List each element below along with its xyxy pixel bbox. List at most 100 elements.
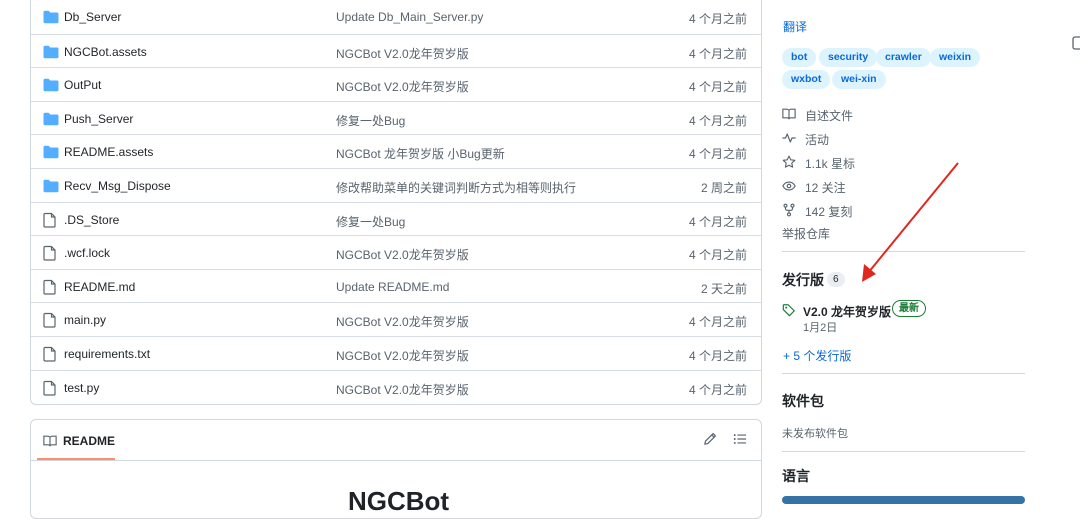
commit-time: 4 个月之前 xyxy=(688,46,747,61)
watchers-count: 12 关注 xyxy=(805,181,846,195)
more-releases-link[interactable]: + 5 个发行版 xyxy=(783,347,851,364)
file-icon xyxy=(43,346,59,362)
folder-icon xyxy=(43,45,59,59)
stars-count: 1.1k 星标 xyxy=(805,157,856,171)
commit-message-link[interactable]: Update README.md xyxy=(336,280,449,294)
table-row[interactable]: test.py NGCBot V2.0龙年贺岁版 4 个月之前 xyxy=(31,369,761,404)
commit-time: 4 个月之前 xyxy=(688,214,747,229)
file-icon xyxy=(43,246,59,261)
file-icon xyxy=(43,313,59,328)
file-icon xyxy=(43,279,59,295)
table-row[interactable]: README.assets NGCBot 龙年贺岁版 小Bug更新 4 个月之前 xyxy=(31,134,761,168)
tag-icon xyxy=(782,304,795,317)
commit-message-link[interactable]: 修复一处Bug xyxy=(336,213,405,230)
file-name-link[interactable]: requirements.txt xyxy=(64,347,150,361)
languages-heading: 语言 xyxy=(782,468,810,484)
commit-time: 4 个月之前 xyxy=(688,80,747,95)
topic-tag[interactable]: weixin xyxy=(930,48,981,67)
file-name-link[interactable]: Db_Server xyxy=(64,10,121,24)
file-icon xyxy=(43,212,59,228)
file-name-link[interactable]: Recv_Msg_Dispose xyxy=(64,179,171,193)
topic-tag[interactable]: wxbot xyxy=(782,70,831,89)
file-name-link[interactable]: Push_Server xyxy=(64,112,133,126)
table-row[interactable]: main.py NGCBot V2.0龙年贺岁版 4 个月之前 xyxy=(31,302,761,336)
book-icon xyxy=(782,108,796,120)
language-bar xyxy=(782,496,1025,504)
commit-time: 4 个月之前 xyxy=(688,382,747,397)
readme-heading: NGCBot xyxy=(348,486,450,516)
sidebar-toggle-icon[interactable] xyxy=(1072,36,1080,50)
table-row[interactable]: Recv_Msg_Dispose 修改帮助菜单的关键词判断方式为相等则执行 2 周之… xyxy=(31,167,761,202)
table-row[interactable]: requirements.txt NGCBot V2.0龙年贺岁版 4 个月之前 xyxy=(31,335,761,370)
commit-message-link[interactable]: NGCBot V2.0龙年贺岁版 xyxy=(336,381,469,398)
table-row[interactable]: README.md Update README.md 2 天之前 xyxy=(31,268,761,303)
report-repository-link[interactable]: 举报仓库 xyxy=(782,225,830,242)
file-name-link[interactable]: README.md xyxy=(64,280,135,294)
file-list-table: Db_Server Update Db_Main_Server.py 4 个月之前 N… xyxy=(30,0,762,405)
commit-message-link[interactable]: NGCBot V2.0龙年贺岁版 xyxy=(336,45,469,62)
readme-panel: README NGCBot xyxy=(30,419,762,519)
commit-time: 4 个月之前 xyxy=(688,147,747,162)
release-date: 1月2日 xyxy=(803,322,838,334)
topic-tag[interactable]: wei-xin xyxy=(832,70,886,89)
readme-header-divider xyxy=(31,460,761,461)
list-icon[interactable] xyxy=(733,432,747,446)
commit-message-link[interactable]: 修改帮助菜单的关键词判断方式为相等则执行 xyxy=(336,179,576,196)
file-name-link[interactable]: README.assets xyxy=(64,145,153,159)
folder-icon xyxy=(43,179,59,193)
commit-message-link[interactable]: Update Db_Main_Server.py xyxy=(336,10,483,24)
file-icon xyxy=(43,380,59,396)
commit-message-link[interactable]: NGCBot V2.0龙年贺岁版 xyxy=(336,78,469,95)
no-packages-text: 未发布软件包 xyxy=(782,428,848,440)
table-row[interactable]: .wcf.lock NGCBot V2.0龙年贺岁版 4 个月之前 xyxy=(31,235,761,269)
releases-heading[interactable]: 发行版 xyxy=(782,270,824,290)
table-row[interactable]: NGCBot.assets NGCBot V2.0龙年贺岁版 4 个月之前 xyxy=(31,33,761,68)
commit-time: 4 个月之前 xyxy=(688,315,747,330)
folder-icon xyxy=(43,78,59,92)
commit-message-link[interactable]: NGCBot V2.0龙年贺岁版 xyxy=(336,246,469,263)
topic-tag[interactable]: security xyxy=(819,48,878,67)
commit-time: 4 个月之前 xyxy=(688,12,747,26)
commit-time: 4 个月之前 xyxy=(688,248,747,263)
commit-message-link[interactable]: NGCBot 龙年贺岁版 小Bug更新 xyxy=(336,145,505,162)
readme-tab[interactable]: README xyxy=(37,420,115,460)
table-row[interactable]: OutPut NGCBot V2.0龙年贺岁版 4 个月之前 xyxy=(31,67,761,101)
table-row[interactable]: Db_Server Update Db_Main_Server.py 4 个月之前 xyxy=(31,0,761,34)
topic-tag[interactable]: bot xyxy=(782,48,817,67)
folder-icon xyxy=(43,145,59,159)
commit-message-link[interactable]: 修复一处Bug xyxy=(336,112,405,129)
readme-link-label: 自述文件 xyxy=(805,109,854,123)
commit-time: 4 个月之前 xyxy=(688,348,747,363)
commit-message-link[interactable]: NGCBot V2.0龙年贺岁版 xyxy=(336,347,469,364)
releases-count-badge: 6 xyxy=(827,272,845,287)
table-row[interactable]: Push_Server 修复一处Bug 4 个月之前 xyxy=(31,100,761,135)
commit-message-link[interactable]: NGCBot V2.0龙年贺岁版 xyxy=(336,313,469,330)
commit-time: 2 周之前 xyxy=(700,180,747,195)
commit-time: 2 天之前 xyxy=(700,281,747,296)
sidebar-divider xyxy=(782,251,1025,252)
pulse-icon xyxy=(782,133,796,143)
packages-heading[interactable]: 软件包 xyxy=(782,391,824,411)
forks-count: 142 复刻 xyxy=(805,205,853,219)
file-name-link[interactable]: OutPut xyxy=(64,78,101,92)
sidebar-divider xyxy=(782,373,1025,374)
pencil-icon[interactable] xyxy=(703,432,717,446)
file-name-link[interactable]: NGCBot.assets xyxy=(64,45,147,59)
fork-icon xyxy=(783,203,795,217)
translate-link[interactable]: 翻译 xyxy=(783,18,807,35)
repo-sidebar: 翻译 bot security crawler weixin wxbot wei… xyxy=(782,0,1042,504)
commit-time: 4 个月之前 xyxy=(688,113,747,128)
star-icon xyxy=(782,155,796,168)
latest-badge: 最新 xyxy=(892,300,926,317)
eye-icon xyxy=(782,181,796,191)
file-name-link[interactable]: .wcf.lock xyxy=(64,246,110,260)
book-icon xyxy=(43,435,57,447)
file-name-link[interactable]: .DS_Store xyxy=(64,213,119,227)
folder-icon xyxy=(43,112,59,126)
file-name-link[interactable]: test.py xyxy=(64,381,99,395)
readme-tab-label: README xyxy=(63,434,116,448)
file-name-link[interactable]: main.py xyxy=(64,313,106,327)
table-row[interactable]: .DS_Store 修复一处Bug 4 个月之前 xyxy=(31,201,761,236)
latest-release-link[interactable]: V2.0 龙年贺岁版 xyxy=(803,303,891,320)
topic-tag[interactable]: crawler xyxy=(876,48,931,67)
